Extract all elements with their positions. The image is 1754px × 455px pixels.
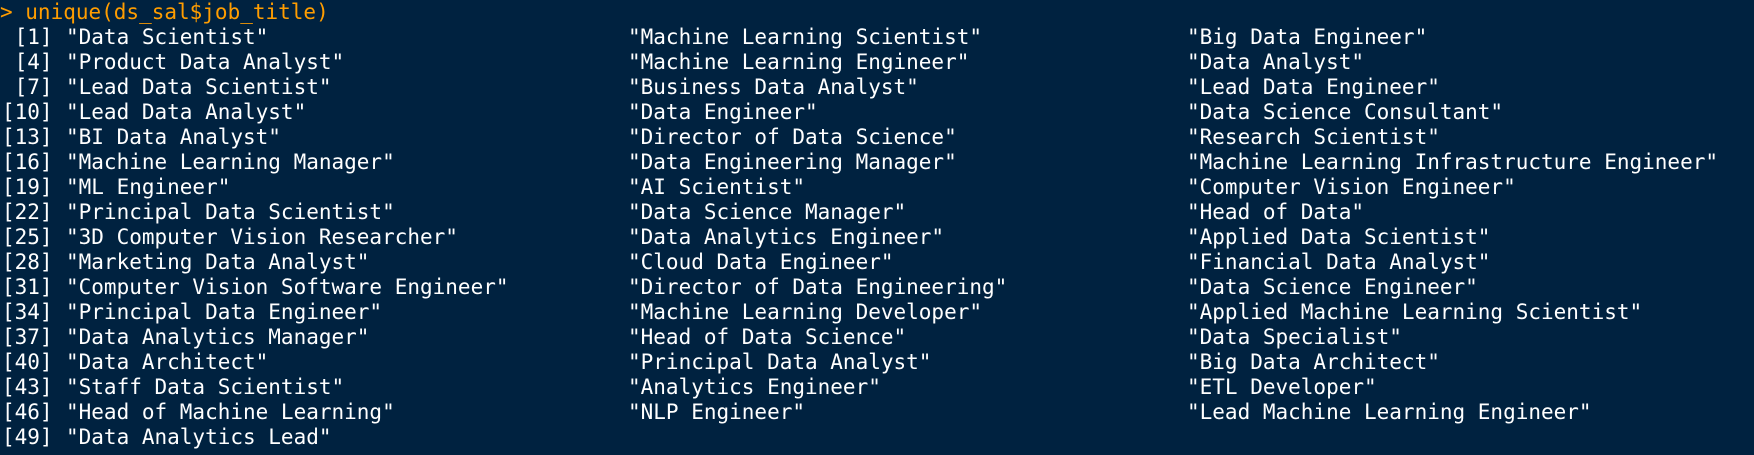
row-index: [22] (2, 200, 53, 224)
job-title-value: "Data Engineer" (628, 100, 818, 124)
job-title-value: "Data Analytics Manager" (66, 325, 370, 349)
job-title-value: "Machine Learning Engineer" (628, 50, 970, 74)
job-title-value: "3D Computer Vision Researcher" (66, 225, 458, 249)
job-title-value: "AI Scientist" (628, 175, 806, 199)
row-index: [1] (2, 25, 53, 49)
job-title-value: "Principal Data Scientist" (66, 200, 395, 224)
job-title-value: "Head of Data" (1187, 200, 1365, 224)
row-index: [31] (2, 275, 53, 299)
job-title-value: "Lead Data Analyst" (66, 100, 307, 124)
job-title-value: "Financial Data Analyst" (1187, 250, 1491, 274)
job-title-value: "Lead Data Scientist" (66, 75, 332, 99)
job-title-value: "Principal Data Analyst" (628, 350, 932, 374)
job-title-value: "Marketing Data Analyst" (66, 250, 370, 274)
job-title-value: "Data Science Consultant" (1187, 100, 1504, 124)
job-title-value: "Data Science Engineer" (1187, 275, 1478, 299)
job-title-value: "Machine Learning Scientist" (628, 25, 983, 49)
row-index: [46] (2, 400, 53, 424)
row-index: [40] (2, 350, 53, 374)
job-title-value: "Director of Data Engineering" (628, 275, 1008, 299)
job-title-value: "Applied Machine Learning Scientist" (1187, 300, 1643, 324)
job-title-value: "Applied Data Scientist" (1187, 225, 1491, 249)
row-index: [37] (2, 325, 53, 349)
job-title-value: "Big Data Architect" (1187, 350, 1440, 374)
row-index: [16] (2, 150, 53, 174)
job-title-value: "Cloud Data Engineer" (628, 250, 894, 274)
job-title-value: "Analytics Engineer" (628, 375, 881, 399)
job-title-value: "Head of Data Science" (628, 325, 907, 349)
cut-off-next-line (0, 445, 1754, 455)
job-title-value: "Business Data Analyst" (628, 75, 919, 99)
job-title-value: "Big Data Engineer" (1187, 25, 1428, 49)
job-title-value: "Data Science Manager" (628, 200, 907, 224)
job-title-value: "Machine Learning Manager" (66, 150, 395, 174)
job-title-value: "Data Engineering Manager" (628, 150, 957, 174)
job-title-value: "Director of Data Science" (628, 125, 957, 149)
job-title-value: "NLP Engineer" (628, 400, 806, 424)
command-line: > unique(ds_sal$job_title) (0, 0, 329, 24)
job-title-value: "Machine Learning Infrastructure Enginee… (1187, 150, 1719, 174)
row-index: [4] (2, 50, 53, 74)
job-title-value: "Data Specialist" (1187, 325, 1402, 349)
job-title-value: "Lead Machine Learning Engineer" (1187, 400, 1592, 424)
job-title-value: "Machine Learning Developer" (628, 300, 983, 324)
job-title-value: "Data Analytics Engineer" (628, 225, 945, 249)
row-index: [25] (2, 225, 53, 249)
r-console[interactable]: > unique(ds_sal$job_title) [1] "Data Scie… (0, 0, 1754, 455)
job-title-value: "BI Data Analyst" (66, 125, 281, 149)
row-index: [10] (2, 100, 53, 124)
job-title-value: "Lead Data Engineer" (1187, 75, 1440, 99)
job-title-value: "Computer Vision Software Engineer" (66, 275, 509, 299)
job-title-value: "ETL Developer" (1187, 375, 1377, 399)
job-title-value: "Data Scientist" (66, 25, 269, 49)
row-index: [28] (2, 250, 53, 274)
job-title-value: "Staff Data Scientist" (66, 375, 345, 399)
row-index: [43] (2, 375, 53, 399)
job-title-value: "Data Architect" (66, 350, 269, 374)
job-title-value: "Computer Vision Engineer" (1187, 175, 1516, 199)
job-title-value: "Principal Data Engineer" (66, 300, 383, 324)
row-index: [34] (2, 300, 53, 324)
row-index: [7] (2, 75, 53, 99)
row-index: [19] (2, 175, 53, 199)
job-title-value: "Research Scientist" (1187, 125, 1440, 149)
row-index: [13] (2, 125, 53, 149)
job-title-value: "ML Engineer" (66, 175, 231, 199)
job-title-value: "Head of Machine Learning" (66, 400, 395, 424)
job-title-value: "Product Data Analyst" (66, 50, 345, 74)
job-title-value: "Data Analyst" (1187, 50, 1365, 74)
